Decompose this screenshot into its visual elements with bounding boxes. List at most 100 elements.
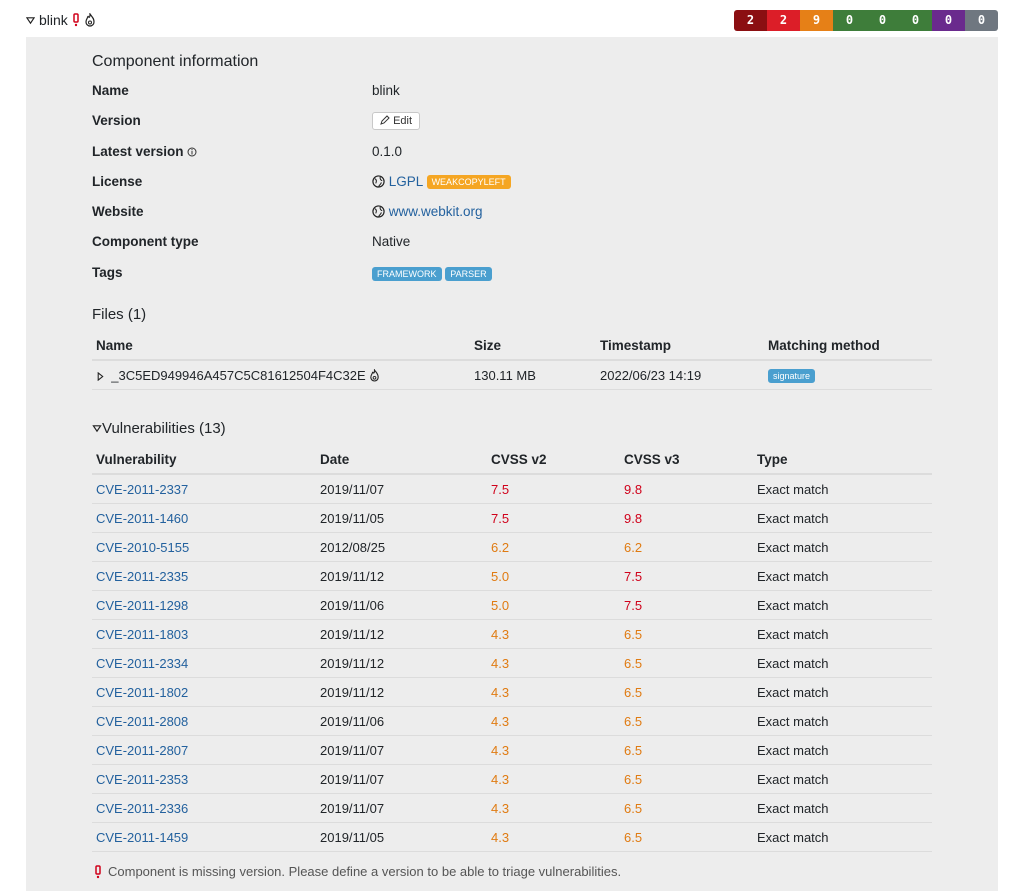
vuln-link[interactable]: CVE-2011-1460 — [96, 511, 188, 526]
tags-label: Tags — [92, 265, 123, 280]
license-type-badge: WEAKCOPYLEFT — [426, 175, 511, 190]
vuln-col-date: Date — [316, 446, 487, 475]
vuln-link[interactable]: CVE-2011-1803 — [96, 627, 188, 642]
vuln-id-cell: CVE-2010-5155 — [92, 532, 316, 562]
vuln-cvss2: 5.0 — [487, 590, 620, 620]
vulnerabilities-table: Vulnerability Date CVSS v2 CVSS v3 Type … — [92, 446, 932, 852]
flame-icon — [370, 367, 379, 382]
vuln-link[interactable]: CVE-2011-2807 — [96, 743, 188, 758]
vuln-cvss3: 7.5 — [620, 590, 753, 620]
latest-version-value: 0.1.0 — [372, 144, 403, 159]
vuln-cvss2: 4.3 — [487, 619, 620, 649]
vuln-type: Exact match — [753, 677, 932, 707]
vuln-id-cell: CVE-2011-1298 — [92, 590, 316, 620]
severity-count-badge[interactable]: 0 — [833, 10, 866, 31]
globe-icon — [372, 205, 385, 218]
severity-count-badge[interactable]: 0 — [866, 10, 899, 31]
vuln-link[interactable]: CVE-2011-2353 — [96, 772, 188, 787]
vuln-type: Exact match — [753, 793, 932, 823]
flame-icon — [85, 13, 95, 27]
file-row[interactable]: _3C5ED949946A457C5C81612504F4C32E 130.11… — [92, 360, 932, 390]
file-name-cell[interactable]: _3C5ED949946A457C5C81612504F4C32E — [92, 360, 470, 390]
vuln-link[interactable]: CVE-2011-2336 — [96, 801, 188, 816]
vuln-link[interactable]: CVE-2010-5155 — [96, 540, 189, 555]
vuln-cvss3: 9.8 — [620, 474, 753, 504]
vuln-col-cvss2: CVSS v2 — [487, 446, 620, 475]
file-name: _3C5ED949946A457C5C81612504F4C32E — [111, 367, 366, 383]
matching-method-badge: signature — [768, 368, 816, 383]
vuln-cvss3: 6.5 — [620, 735, 753, 765]
vuln-date: 2019/11/12 — [316, 677, 487, 707]
website-link[interactable]: www.webkit.org — [389, 204, 483, 219]
website-label: Website — [92, 204, 144, 219]
vuln-type: Exact match — [753, 503, 932, 533]
severity-count-badge[interactable]: 2 — [767, 10, 800, 31]
severity-count-badge[interactable]: 2 — [734, 10, 767, 31]
severity-count-badge[interactable]: 0 — [932, 10, 965, 31]
component-toggle[interactable]: blink — [26, 12, 96, 28]
vuln-cvss2: 7.5 — [487, 474, 620, 504]
tag-badge: PARSER — [445, 267, 492, 282]
vuln-link[interactable]: CVE-2011-2334 — [96, 656, 188, 671]
vuln-col-type: Type — [753, 446, 932, 475]
vuln-col-cvss3: CVSS v3 — [620, 446, 753, 475]
vuln-type: Exact match — [753, 474, 932, 504]
vuln-row: CVE-2011-2353 2019/11/07 4.3 6.5 Exact match — [92, 764, 932, 794]
severity-count-badge[interactable]: 0 — [899, 10, 932, 31]
vuln-link[interactable]: CVE-2011-2337 — [96, 482, 188, 497]
caret-down-icon — [26, 16, 35, 24]
vuln-type: Exact match — [753, 764, 932, 794]
vuln-row: CVE-2011-2337 2019/11/07 7.5 9.8 Exact match — [92, 474, 932, 504]
vuln-link[interactable]: CVE-2011-2808 — [96, 714, 188, 729]
vuln-id-cell: CVE-2011-2807 — [92, 735, 316, 765]
vuln-row: CVE-2011-2335 2019/11/12 5.0 7.5 Exact match — [92, 561, 932, 591]
vuln-date: 2012/08/25 — [316, 532, 487, 562]
pencil-icon — [380, 115, 390, 125]
missing-version-text: Component is missing version. Please def… — [108, 864, 622, 879]
vuln-cvss2: 6.2 — [487, 532, 620, 562]
vuln-link[interactable]: CVE-2011-1459 — [96, 830, 188, 845]
license-link[interactable]: LGPL — [389, 174, 423, 189]
vuln-row: CVE-2011-2334 2019/11/12 4.3 6.5 Exact match — [92, 648, 932, 678]
vuln-cvss2: 4.3 — [487, 735, 620, 765]
severity-count-badge[interactable]: 9 — [800, 10, 833, 31]
vuln-cvss2: 4.3 — [487, 706, 620, 736]
vulnerabilities-toggle[interactable]: Vulnerabilities (13) — [92, 420, 226, 437]
severity-count-badge[interactable]: 0 — [965, 10, 998, 31]
tag-badge: FRAMEWORK — [372, 267, 442, 282]
name-label: Name — [92, 83, 129, 98]
vuln-date: 2019/11/06 — [316, 706, 487, 736]
vuln-link[interactable]: CVE-2011-1298 — [96, 598, 188, 613]
component-type-value: Native — [372, 234, 411, 249]
vuln-cvss3: 6.5 — [620, 793, 753, 823]
component-type-label: Component type — [92, 234, 199, 249]
vuln-row: CVE-2011-1803 2019/11/12 4.3 6.5 Exact match — [92, 619, 932, 649]
vuln-type: Exact match — [753, 532, 932, 562]
caret-right-icon[interactable] — [96, 371, 104, 381]
vuln-type: Exact match — [753, 590, 932, 620]
vuln-type: Exact match — [753, 822, 932, 852]
vuln-id-cell: CVE-2011-2336 — [92, 793, 316, 823]
vuln-cvss2: 4.3 — [487, 764, 620, 794]
license-label: License — [92, 174, 143, 189]
component-info-title: Component information — [92, 53, 259, 70]
files-col-method: Matching method — [764, 332, 932, 361]
vuln-link[interactable]: CVE-2011-2335 — [96, 569, 188, 584]
vuln-cvss3: 6.5 — [620, 677, 753, 707]
vuln-cvss3: 6.5 — [620, 648, 753, 678]
vuln-id-cell: CVE-2011-2353 — [92, 764, 316, 794]
vuln-row: CVE-2011-1460 2019/11/05 7.5 9.8 Exact match — [92, 503, 932, 533]
vuln-id-cell: CVE-2011-1803 — [92, 619, 316, 649]
vuln-type: Exact match — [753, 561, 932, 591]
vuln-cvss3: 6.5 — [620, 619, 753, 649]
vuln-date: 2019/11/07 — [316, 735, 487, 765]
vuln-link[interactable]: CVE-2011-1802 — [96, 685, 188, 700]
vuln-date: 2019/11/06 — [316, 590, 487, 620]
vuln-cvss3: 9.8 — [620, 503, 753, 533]
file-timestamp: 2022/06/23 14:19 — [596, 360, 764, 390]
vuln-id-cell: CVE-2011-2808 — [92, 706, 316, 736]
file-size: 130.11 MB — [470, 360, 596, 390]
name-value: blink — [372, 83, 400, 98]
edit-version-button[interactable]: Edit — [372, 112, 421, 130]
vuln-date: 2019/11/05 — [316, 822, 487, 852]
